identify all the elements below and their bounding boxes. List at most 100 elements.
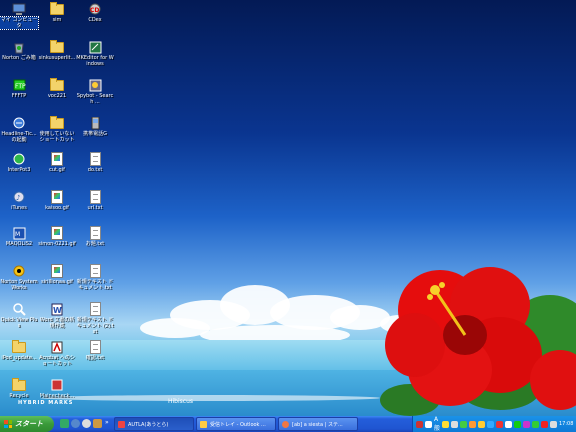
- folder-icon: [12, 377, 26, 391]
- folder-icon: [12, 339, 26, 353]
- acrobat-icon: [50, 340, 64, 354]
- desktop-icon-cdex[interactable]: CD CDex: [76, 2, 114, 23]
- svg-text:M: M: [15, 231, 20, 238]
- taskbar-button-autla[interactable]: AUTLA(あうとら): [114, 417, 194, 431]
- system-tray: A 般 17:08: [412, 416, 576, 432]
- phone-icon: [88, 116, 102, 130]
- desktop-icon-spybot[interactable]: Spybot - Search ...: [76, 78, 114, 105]
- desktop-icon-mainecheck[interactable]: Mainecheck...: [38, 378, 76, 399]
- quicklaunch-media-icon[interactable]: [82, 419, 91, 428]
- outlook-icon: [200, 420, 207, 428]
- tray-itunes-helper-icon[interactable]: [532, 420, 539, 428]
- folder-icon: [50, 1, 64, 15]
- text-file-icon: [89, 152, 101, 166]
- svg-text:FTP: FTP: [15, 83, 26, 90]
- desktop-icon-my-computer[interactable]: マイ コンピュータ: [0, 2, 39, 30]
- desktop-icon-maqolis[interactable]: M MAQOLIS2: [0, 226, 38, 247]
- itunes-icon: ♪: [12, 190, 26, 204]
- browser-icon: [282, 420, 289, 428]
- desktop-icon-word-doc[interactable]: W Word 文書の新規作成: [38, 302, 76, 329]
- maqolis-icon: M: [12, 226, 26, 240]
- start-button[interactable]: スタート: [0, 416, 54, 432]
- desktop-icon-simon-gif[interactable]: simon-0221.gif: [38, 226, 76, 247]
- spybot-icon: [88, 78, 102, 92]
- desktop-icon-ffftp[interactable]: FTP FFFTP: [0, 78, 38, 99]
- start-label: スタート: [15, 420, 43, 428]
- desktop-icon-mkeditor[interactable]: MKEditor for Windows: [76, 40, 114, 67]
- folder-icon: [50, 115, 64, 129]
- text-file-icon: [89, 340, 101, 354]
- quicklaunch-desktop-icon[interactable]: [60, 419, 69, 428]
- tray-app-icon[interactable]: [416, 420, 423, 428]
- desktop-icon-kakunin-txt[interactable]: 確認.txt: [76, 340, 114, 361]
- tray-norton-icon[interactable]: [478, 420, 485, 428]
- tray-misc-icon[interactable]: [523, 420, 530, 428]
- desktop-icon-new-text-2[interactable]: 新規テキスト ドキュメント (2).txt: [76, 302, 114, 335]
- windows-logo-icon: [4, 420, 12, 428]
- desktop-icon-interpot[interactable]: InterPot3: [0, 152, 38, 173]
- window-icon: [118, 420, 125, 428]
- desktop-icon-unused-shortcuts[interactable]: 使用していない ショートカット: [38, 115, 76, 143]
- desktop-icon-headline[interactable]: Headline-Tic... の起動: [0, 116, 38, 143]
- desktop-icon-new-text-1[interactable]: 新規テキスト ドキュメント.txt: [76, 264, 114, 291]
- wallpaper-brand: HYBRID MARKS: [18, 400, 74, 406]
- tray-antivirus-icon[interactable]: [496, 420, 503, 428]
- hibiscus-wallpaper-art: [380, 267, 576, 416]
- desktop-icon-sirillionaa-gif[interactable]: sirillionaa.gif: [38, 264, 76, 285]
- taskbar: スタート » AUTLA(あうとら) 受信トレイ - Outlook ... […: [0, 416, 576, 432]
- desktop-icon-do-txt[interactable]: do.txt: [76, 152, 114, 173]
- recycle-bin-icon: [12, 40, 26, 54]
- desktop-icon-norton-systemworks[interactable]: Norton SystemWorks: [0, 264, 38, 291]
- desktop-icon-sinkusuperlit[interactable]: sinkusuperlit...: [38, 39, 76, 61]
- desktop-icon-sim[interactable]: sim: [38, 1, 76, 23]
- tray-help-icon[interactable]: [451, 420, 458, 428]
- gif-icon: [51, 226, 63, 240]
- quicklaunch-expand-icon[interactable]: »: [105, 419, 109, 426]
- desktop-icon-kaisoo-gif[interactable]: kaisoo.gif: [38, 190, 76, 211]
- headline-icon: [12, 116, 26, 130]
- gif-icon: [51, 190, 63, 204]
- word-icon: W: [50, 302, 64, 316]
- interpot-icon: [12, 152, 26, 166]
- desktop-icon-phone[interactable]: 携帯電話G: [76, 116, 114, 137]
- cdex-icon: CD: [88, 2, 102, 16]
- desktop-icon-recycle[interactable]: Recycle: [0, 377, 38, 399]
- text-file-icon: [89, 302, 101, 316]
- tray-acrobat-icon[interactable]: [541, 420, 548, 428]
- text-file-icon: [89, 190, 101, 204]
- desktop-icon-odai-txt[interactable]: お題.txt: [76, 226, 114, 247]
- desktop-icon-voc221[interactable]: voc221: [38, 77, 76, 99]
- tray-security-icon[interactable]: [460, 420, 467, 428]
- folder-icon: [50, 39, 64, 53]
- taskbar-clock[interactable]: 17:08: [559, 421, 573, 427]
- ffftp-icon: FTP: [12, 78, 26, 92]
- norton-icon: [12, 264, 26, 278]
- text-file-icon: [89, 264, 101, 278]
- folder-icon: [50, 77, 64, 91]
- desktop-icon-itunes[interactable]: ♪ iTunes: [0, 190, 38, 211]
- quicklaunch-ie-icon[interactable]: [71, 419, 80, 428]
- tray-network-icon[interactable]: [487, 420, 494, 428]
- quicklaunch-app-icon[interactable]: [93, 419, 102, 428]
- tray-update-icon[interactable]: [469, 420, 476, 428]
- tray-volume-icon[interactable]: [505, 420, 512, 428]
- svg-text:♪: ♪: [16, 194, 20, 202]
- desktop[interactable]: Hibiscus HYBRID MARKS マイ コンピュータ Norton ご…: [0, 0, 576, 416]
- taskbar-button-browser[interactable]: [ab] a siesta | ステ...: [278, 417, 358, 431]
- taskbar-button-outlook[interactable]: 受信トレイ - Outlook ...: [196, 417, 276, 431]
- desktop-icon-ipod-update[interactable]: iPod_update...: [0, 339, 38, 361]
- app-icon: [50, 378, 64, 392]
- tray-keyboard-icon[interactable]: [425, 420, 432, 428]
- desktop-icon-acrobat[interactable]: Acrobat へのショートカット: [38, 340, 76, 367]
- quickview-icon: [12, 302, 26, 316]
- desktop-icon-norton-recycle[interactable]: Norton ごみ箱: [0, 40, 38, 61]
- tray-messenger-icon[interactable]: [514, 420, 521, 428]
- desktop-icon-quick-view[interactable]: Quick View Plus: [0, 302, 38, 329]
- desktop-icon-cut-gif[interactable]: cut.gif: [38, 152, 76, 173]
- mkeditor-icon: [88, 40, 102, 54]
- tray-display-icon[interactable]: [550, 420, 557, 428]
- ime-language-indicator[interactable]: A 般: [434, 416, 440, 432]
- svg-text:CD: CD: [90, 7, 99, 14]
- tray-ime-icon[interactable]: [442, 420, 449, 428]
- desktop-icon-url-txt[interactable]: url.txt: [76, 190, 114, 211]
